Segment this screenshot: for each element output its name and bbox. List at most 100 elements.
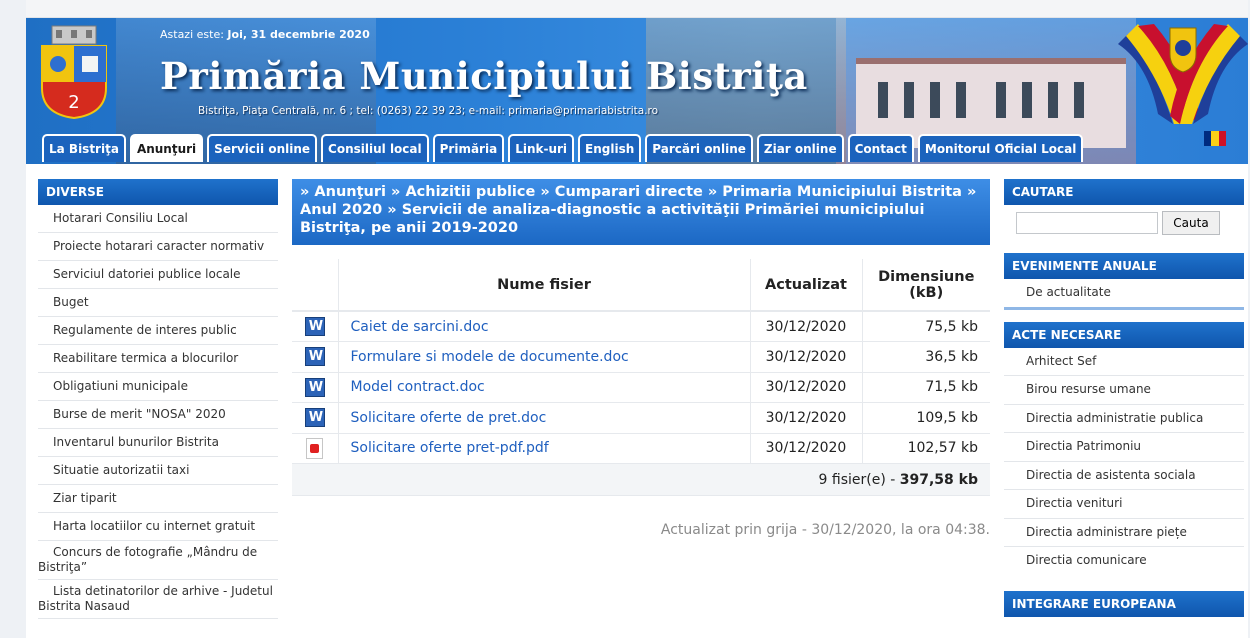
romania-flag-icon [1118,24,1248,124]
tab-link-uri[interactable]: Link-uri [508,134,575,162]
table-row: Caiet de sarcini.doc 30/12/2020 75,5 kb [292,311,990,342]
left-sidebar: DIVERSE Hotarari Consiliu Local Proiecte… [38,179,278,619]
sidebar-item[interactable]: Situatie autorizatii taxi [38,457,278,485]
tab-ziar-online[interactable]: Ziar online [756,134,844,162]
acts-item[interactable]: Directia administratie publica [1004,405,1244,433]
file-size: 75,5 kb [861,311,990,342]
word-doc-icon[interactable] [304,347,325,367]
main-content: » Anunţuri » Achizitii publice » Cumpara… [292,179,990,538]
tab-contact[interactable]: Contact [847,134,914,162]
file-link[interactable]: Model contract.doc [351,379,485,395]
svg-text:2: 2 [68,92,79,113]
search-button[interactable]: Cauta [1162,211,1220,235]
file-updated-date: 30/12/2020 [749,311,862,342]
sidebar-item[interactable]: Harta locatiilor cu internet gratuit [38,513,278,541]
table-row: Formulare si modele de documente.doc 30/… [292,341,990,373]
file-link[interactable]: Solicitare oferte pret-pdf.pdf [351,440,549,456]
word-doc-icon[interactable] [304,408,325,428]
date-value: Joi, 31 decembrie 2020 [227,28,370,41]
tab-monitorul-oficial-local[interactable]: Monitorul Oficial Local [917,134,1084,162]
eu-title[interactable]: INTEGRARE EUROPEANA [1004,590,1244,617]
tab-servicii-online[interactable]: Servicii online [207,134,318,162]
sidebar-item[interactable]: Reabilitare termica a blocurilor [38,345,278,373]
acts-item[interactable]: Directia administrare piețe [1004,519,1244,547]
tab-anunturi[interactable]: Anunţuri [129,134,204,162]
sidebar-item[interactable]: Obligatiuni municipale [38,373,278,401]
word-doc-icon[interactable] [304,317,325,336]
files-summary: 9 fisier(e) - 397,58 kb [292,463,990,496]
acts-item[interactable]: Directia venituri [1004,490,1244,519]
site-title: Primăria Municipiului Bistriţa [160,54,808,98]
tab-primaria[interactable]: Primăria [432,134,505,162]
file-updated-date: 30/12/2020 [749,433,862,464]
sidebar-menu: Hotarari Consiliu Local Proiecte hotarar… [38,205,278,619]
table-row: Model contract.doc 30/12/2020 71,5 kb [292,372,990,403]
tab-english[interactable]: English [578,134,642,162]
file-updated-date: 30/12/2020 [749,341,862,373]
search-input[interactable] [1016,212,1158,234]
sidebar-item[interactable]: Inventarul bunurilor Bistrita [38,429,278,457]
file-updated-date: 30/12/2020 [749,402,862,434]
tab-parcari-online[interactable]: Parcări online [645,134,753,162]
acts-list: Arhitect Sef Birou resurse umane Directi… [1004,348,1244,575]
summary-count: 9 fisier(e) - [818,471,900,488]
file-size: 36,5 kb [861,341,990,373]
file-link[interactable]: Caiet de sarcini.doc [351,319,489,335]
current-date: Astazi este: Joi, 31 decembrie 2020 [160,28,370,41]
sidebar-item[interactable]: Ziar tiparit [38,485,278,513]
file-link[interactable]: Formulare si modele de documente.doc [351,349,629,365]
summary-total: 397,58 kb [899,471,978,488]
top-strip [26,0,1248,18]
events-list: De actualitate [1004,279,1244,307]
search-title: CAUTARE [1004,179,1244,205]
file-size: 109,5 kb [861,402,990,434]
file-link[interactable]: Solicitare oferte de pret.doc [351,410,547,426]
table-summary-row: 9 fisier(e) - 397,58 kb [292,463,990,496]
sidebar-item[interactable]: Burse de merit "NOSA" 2020 [38,401,278,429]
site-header: 2 Astazi este: Joi, 31 decembrie 2020 Pr… [26,18,1248,164]
sidebar-item[interactable]: Buget [38,289,278,317]
language-romanian-flag-icon[interactable] [1204,131,1226,146]
column-header-name: Nume fisier [337,259,750,312]
acts-item[interactable]: Birou resurse umane [1004,376,1244,405]
icon-column-header [292,259,338,312]
file-updated-date: 30/12/2020 [749,372,862,403]
main-nav-tabs: La Bistriţa Anunţuri Servicii online Con… [42,134,1084,162]
events-title: EVENIMENTE ANUALE [1004,253,1244,279]
sidebar-item[interactable]: Lista detinatorilor de arhive - Judetul … [38,580,278,619]
sidebar-item[interactable]: Serviciul datoriei publice locale [38,261,278,289]
breadcrumb[interactable]: » Anunţuri » Achizitii publice » Cumpara… [292,179,990,245]
table-row: Solicitare oferte de pret.doc 30/12/2020… [292,402,990,434]
table-row: Solicitare oferte pret-pdf.pdf 30/12/202… [292,433,990,464]
column-header-size: Dimensiune (kB) [861,259,990,312]
date-prefix: Astazi este: [160,28,228,41]
sidebar-title: DIVERSE [38,179,278,205]
files-table: Nume fisier Actualizat Dimensiune (kB) C… [292,259,990,496]
events-box: EVENIMENTE ANUALE De actualitate [1004,253,1244,310]
acts-item[interactable]: Arhitect Sef [1004,348,1244,376]
column-header-updated: Actualizat [749,259,862,312]
table-header-row: Nume fisier Actualizat Dimensiune (kB) [292,259,990,312]
acts-item[interactable]: Directia Patrimoniu [1004,433,1244,462]
acts-item[interactable]: Directia de asistenta sociala [1004,462,1244,490]
acts-title: ACTE NECESARE [1004,321,1244,348]
file-size: 71,5 kb [861,372,990,403]
tab-la-bistrita[interactable]: La Bistriţa [42,134,126,162]
acts-item[interactable]: Directia comunicare [1004,547,1244,575]
page: 2 Astazi este: Joi, 31 decembrie 2020 Pr… [26,0,1248,638]
city-crest-icon: 2 [41,25,107,120]
updated-note: Actualizat prin grija - 30/12/2020, la o… [660,522,990,538]
file-size: 102,57 kb [861,433,990,464]
sidebar-item[interactable]: Hotarari Consiliu Local [38,205,278,233]
sidebar-item[interactable]: Regulamente de interes public [38,317,278,345]
sidebar-item[interactable]: Concurs de fotografie „Mândru de Bistriţ… [38,541,278,580]
acts-box: ACTE NECESARE Arhitect Sef Birou resurse… [1004,321,1244,575]
tab-consiliul-local[interactable]: Consiliul local [321,134,429,162]
pdf-icon[interactable] [306,437,324,459]
word-doc-icon[interactable] [304,377,325,397]
eu-box: INTEGRARE EUROPEANA [1004,590,1244,617]
search-form: Cauta [1004,205,1244,241]
right-sidebar: CAUTARE Cauta EVENIMENTE ANUALE De actua… [1004,179,1244,617]
sidebar-item[interactable]: Proiecte hotarari caracter normativ [38,233,278,261]
events-item[interactable]: De actualitate [1004,279,1244,307]
